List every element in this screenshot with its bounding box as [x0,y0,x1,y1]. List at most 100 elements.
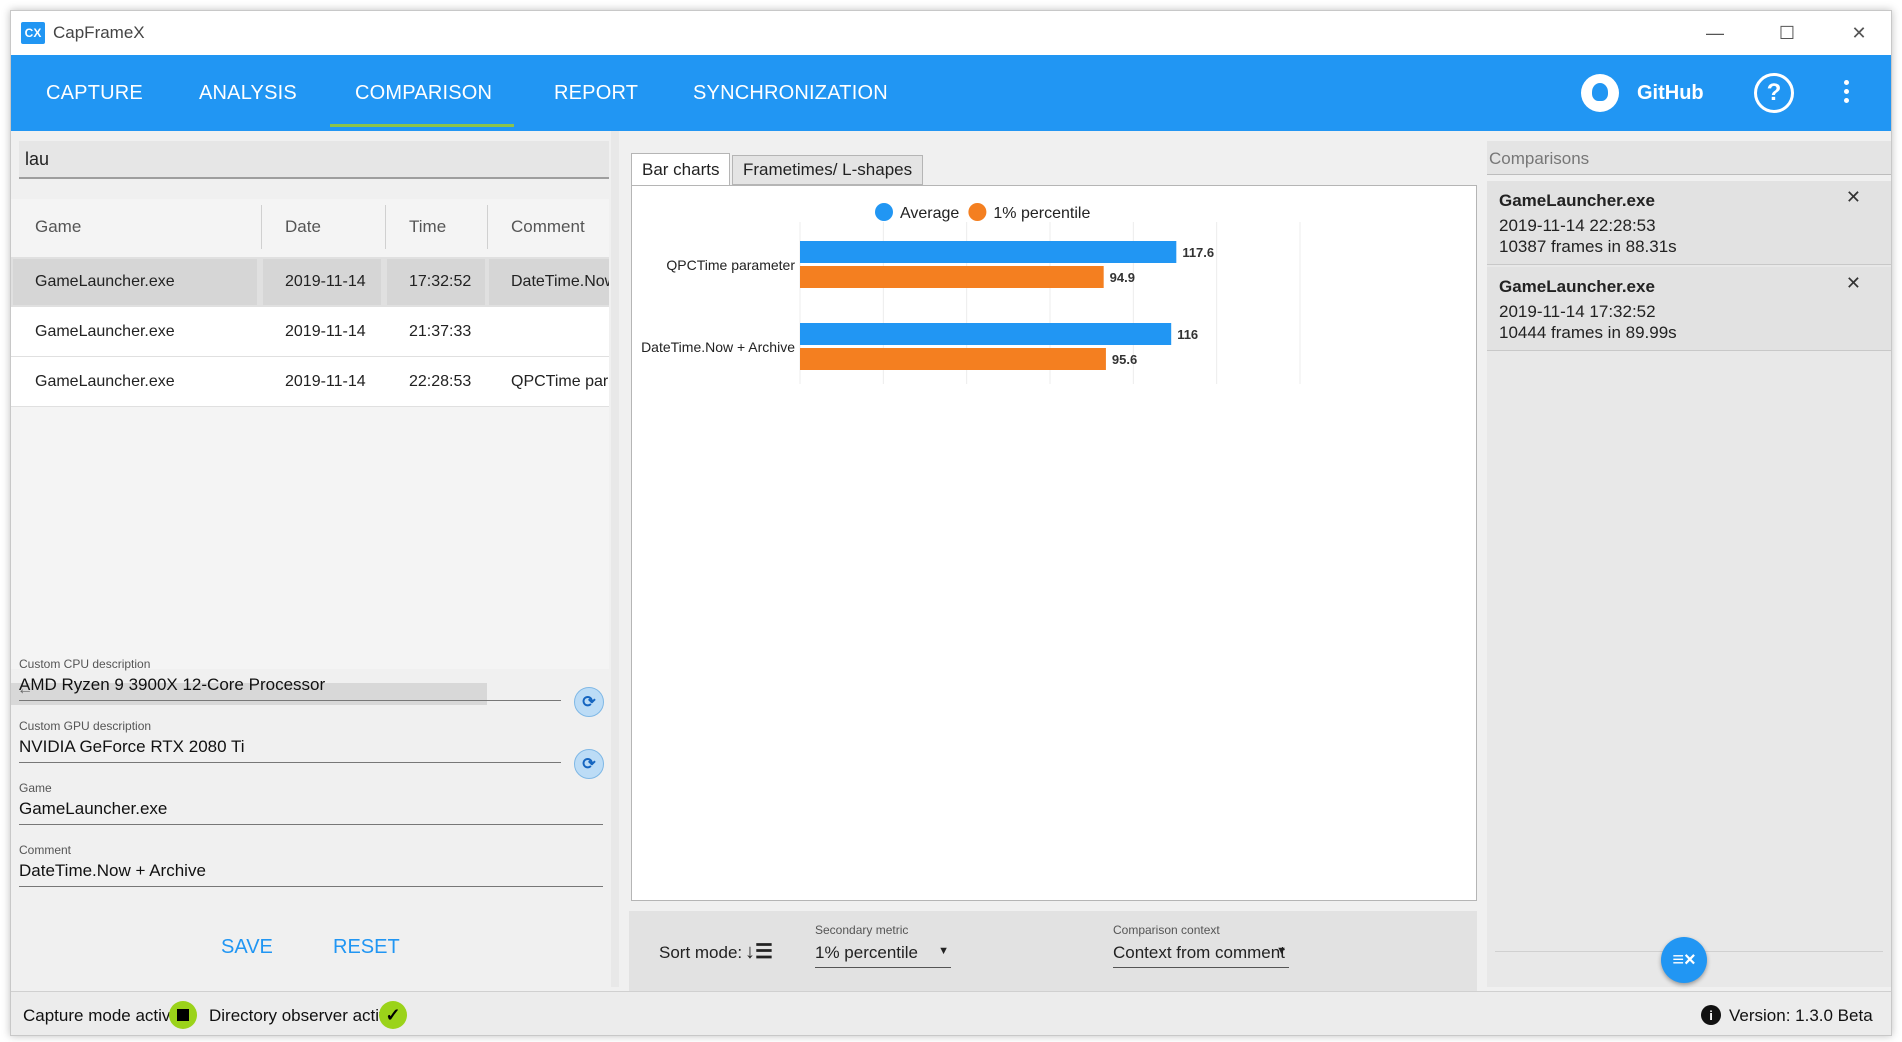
comment-input[interactable]: DateTime.Now + Archive [19,857,603,887]
capture-mode-label: Capture mode active: [23,1006,185,1025]
category-label: QPCTime parameter [666,257,795,273]
maximize-button[interactable]: ☐ [1751,11,1823,55]
nav-tab-report[interactable]: REPORT [554,55,638,131]
app-window: CX CapFrameX — ☐ ✕ CAPTURE ANALYSIS COMP… [10,10,1892,1036]
nav-tab-synchronization[interactable]: SYNCHRONIZATION [693,55,888,131]
data-label: 95.6 [1112,352,1137,367]
cpu-description-input[interactable]: AMD Ryzen 9 3900X 12-Core Processor [19,671,561,701]
bar [800,323,1172,345]
bar-chart-area: Average 1% percentile QPCTime parameter 117… [631,185,1477,901]
clear-comparisons-button[interactable]: ≡× [1661,937,1707,983]
remove-comparison-icon[interactable]: ✕ [1846,273,1861,294]
cell-game: GameLauncher.exe [35,373,175,390]
comment-label: Comment [19,843,72,857]
cell-time: 17:32:52 [409,273,472,290]
cpu-description-field[interactable]: Custom CPU description AMD Ryzen 9 3900X… [19,657,561,701]
legend-label: 1% percentile [993,205,1090,222]
comparison-context-value: Context from comment [1113,943,1285,962]
table-row[interactable]: GameLauncher.exe 2019-11-14 22:28:53 QPC… [11,357,609,407]
nav-tab-comparison[interactable]: COMPARISON [355,55,492,131]
window-title: CapFrameX [53,23,145,42]
help-icon[interactable]: ? [1754,73,1794,113]
status-bar: Capture mode active: Directory observer … [11,991,1891,1035]
gpu-description-label: Custom GPU description [19,719,152,733]
cell-time: 22:28:53 [409,373,472,390]
comparisons-list: GameLauncher.exe 2019-11-14 22:28:53 103… [1487,181,1891,987]
column-header-date[interactable]: Date [261,199,321,255]
column-header-comment[interactable]: Comment [487,199,585,255]
bar [800,241,1177,263]
secondary-metric-value: 1% percentile [815,943,919,962]
nav-tab-analysis[interactable]: ANALYSIS [199,55,297,131]
table-header: Game Date Time Comment [11,199,609,255]
minimize-button[interactable]: — [1679,11,1751,55]
app-logo-icon: CX [21,22,45,44]
legend-marker [875,203,893,221]
cell-comment: DateTime.Now + Archive [511,273,609,290]
tab-frametimes-lshapes[interactable]: Frametimes/ L-shapes [732,155,924,185]
comparison-item-title: GameLauncher.exe [1499,191,1655,210]
cell-date: 2019-11-14 [285,323,366,340]
gpu-description-field[interactable]: Custom GPU description NVIDIA GeForce RT… [19,719,561,763]
column-header-time[interactable]: Time [385,199,446,255]
reset-button[interactable]: RESET [333,936,400,959]
cell-time: 21:37:33 [409,323,472,340]
top-navigation: CAPTURE ANALYSIS COMPARISON REPORT SYNCH… [11,55,1891,131]
github-icon [1581,74,1619,112]
bar-chart: Average 1% percentile QPCTime parameter 117… [641,203,1301,384]
secondary-metric-select[interactable]: Secondary metric 1% percentile ▼ [815,923,951,968]
more-options-icon[interactable] [1841,77,1851,109]
game-label: Game [19,781,52,795]
directory-observer-label: Directory observer active: [209,1006,402,1025]
bar [800,266,1104,288]
records-table: Game Date Time Comment GameLauncher.exe … [11,199,609,705]
gpu-description-input[interactable]: NVIDIA GeForce RTX 2080 Ti [19,733,561,763]
remove-comparison-icon[interactable]: ✕ [1846,187,1861,208]
cell-comment: QPCTime parameter [511,373,609,390]
info-icon: i [1701,1005,1721,1025]
column-header-game[interactable]: Game [11,199,81,255]
cell-game: GameLauncher.exe [35,323,175,340]
github-link[interactable]: GitHub [1581,55,1704,131]
comment-field[interactable]: Comment DateTime.Now + Archive [19,843,603,887]
comparison-item[interactable]: GameLauncher.exe 2019-11-14 22:28:53 103… [1487,181,1891,265]
bar [800,348,1106,370]
comparison-item[interactable]: GameLauncher.exe 2019-11-14 17:32:52 104… [1487,267,1891,351]
secondary-metric-label: Secondary metric [815,923,909,937]
category-label: DateTime.Now + Archive [641,339,795,355]
refresh-cpu-button[interactable]: ⟳ [574,687,604,717]
tab-bar-charts[interactable]: Bar charts [631,153,731,187]
cell-game: GameLauncher.exe [35,273,175,290]
sort-order-icon[interactable]: ↓☰ [745,939,773,964]
cpu-description-label: Custom CPU description [19,657,151,671]
close-window-button[interactable]: ✕ [1823,11,1891,55]
version-label: Version: 1.3.0 Beta [1729,1006,1873,1025]
comparison-item-datetime: 2019-11-14 22:28:53 [1499,216,1656,235]
game-input[interactable]: GameLauncher.exe [19,795,603,825]
chart-panel: Bar charts Frametimes/ L-shapes Average 1… [623,131,1477,995]
sort-mode-label: Sort mode: [659,943,743,962]
comparison-context-label: Comparison context [1113,923,1220,937]
stop-icon [177,1009,189,1021]
data-label: 117.6 [1182,245,1214,260]
comparisons-panel: Comparisons GameLauncher.exe 2019-11-14 … [1477,131,1891,991]
table-row[interactable]: GameLauncher.exe 2019-11-14 21:37:33 [11,307,609,357]
refresh-gpu-button[interactable]: ⟳ [574,749,604,779]
comparison-item-title: GameLauncher.exe [1499,277,1655,296]
cell-comment [487,307,609,357]
data-label: 94.9 [1110,270,1135,285]
game-field[interactable]: Game GameLauncher.exe [19,781,603,825]
comparison-context-select[interactable]: Comparison context Context from comment … [1113,923,1289,968]
table-row[interactable]: GameLauncher.exe 2019-11-14 17:32:52 Dat… [11,257,609,307]
chart-options-bar: Sort mode: ↓☰ Secondary metric 1% percen… [629,911,1477,995]
nav-tab-capture[interactable]: CAPTURE [46,55,143,131]
legend-marker [968,203,987,221]
save-button[interactable]: SAVE [221,936,273,959]
search-input[interactable]: lau [19,141,609,179]
comparison-item-frames: 10387 frames in 88.31s [1499,237,1677,256]
panel-splitter[interactable] [611,131,619,987]
cell-date: 2019-11-14 [285,273,366,290]
directory-observer-indicator: ✓ [379,1001,407,1029]
comparison-item-datetime: 2019-11-14 17:32:52 [1499,302,1656,321]
records-panel: lau Game Date Time Comment GameLauncher.… [11,131,611,987]
